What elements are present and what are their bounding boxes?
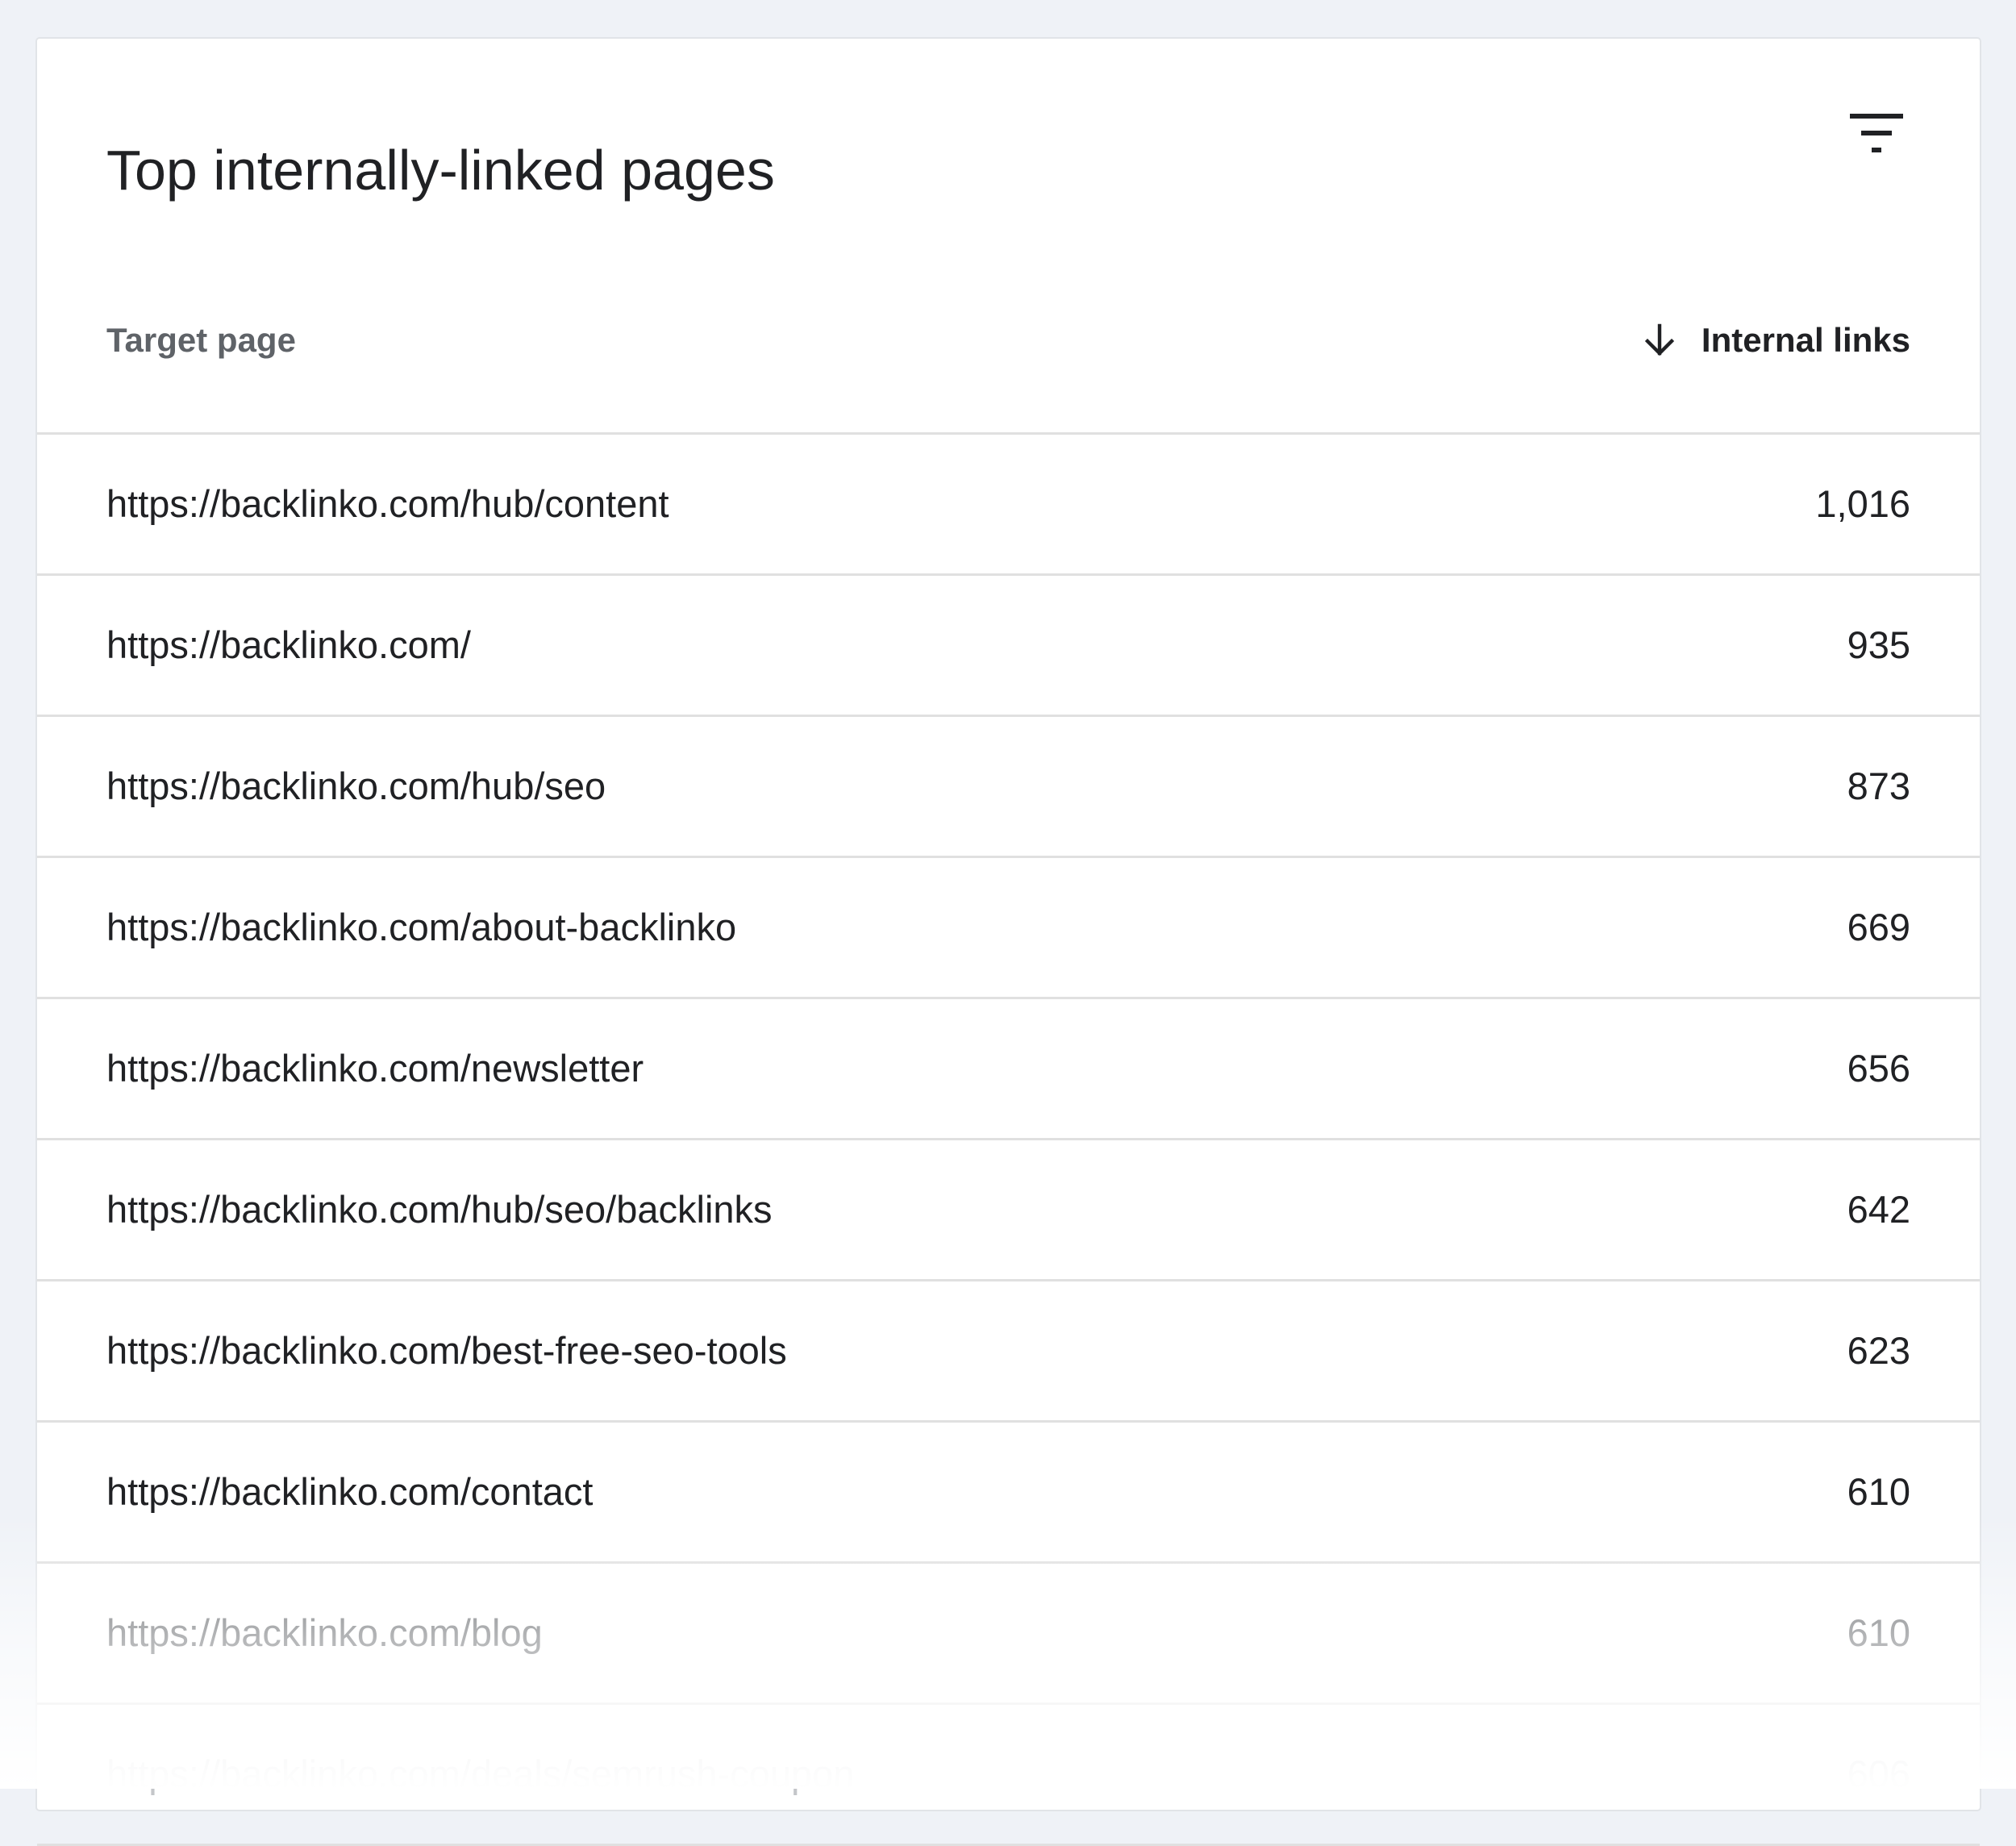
table-header: Target page Internal links: [37, 295, 1980, 435]
internal-links-count: 610: [1847, 1611, 1910, 1654]
internal-links-count: 610: [1847, 1470, 1910, 1513]
target-page-url: https://backlinko.com/hub/seo/backlinks: [106, 1188, 773, 1231]
target-page-url: https://backlinko.com/about-backlinko: [106, 906, 737, 948]
internal-links-count: 1,016: [1815, 482, 1910, 525]
arrow-downward-icon: [1644, 323, 1675, 356]
table-row[interactable]: https://backlinko.com/contact 610: [37, 1423, 1980, 1564]
table-row[interactable]: https://backlinko.com/ 935: [37, 576, 1980, 717]
target-page-url: https://backlinko.com/best-free-seo-tool…: [106, 1329, 787, 1372]
internal-links-count: 873: [1847, 765, 1910, 807]
table-row[interactable]: https://backlinko.com/hub/seo 873: [37, 717, 1980, 858]
table-row[interactable]: https://backlinko.com/newsletter 656: [37, 999, 1980, 1140]
target-page-url: https://backlinko.com/hub/seo: [106, 765, 606, 807]
internal-links-count: 669: [1847, 906, 1910, 948]
filter-list-icon: [1850, 114, 1903, 152]
internal-links-count: 642: [1847, 1188, 1910, 1231]
internal-links-count: 935: [1847, 623, 1910, 666]
filter-button[interactable]: [1844, 102, 1909, 166]
target-page-url: https://backlinko.com/deals/semrush-coup…: [106, 1752, 855, 1795]
internal-links-card: Top internally-linked pages Target page …: [35, 37, 1981, 1846]
target-page-url: https://backlinko.com/: [106, 623, 471, 666]
target-page-url: https://backlinko.com/hub/content: [106, 482, 669, 525]
card-title: Top internally-linked pages: [106, 139, 775, 202]
internal-links-count: 656: [1847, 1047, 1910, 1090]
internal-links-count: 623: [1847, 1329, 1910, 1372]
internal-links-label: Internal links: [1701, 321, 1910, 359]
table-row[interactable]: https://backlinko.com/about-backlinko 66…: [37, 858, 1980, 999]
column-header-internal-links[interactable]: Internal links: [1640, 316, 1910, 365]
column-header-target-page: Target page: [106, 321, 296, 359]
table-row[interactable]: https://backlinko.com/deals/semrush-coup…: [37, 1705, 1980, 1846]
table-row[interactable]: https://backlinko.com/hub/content 1,016: [37, 435, 1980, 576]
table-row[interactable]: https://backlinko.com/hub/seo/backlinks …: [37, 1140, 1980, 1281]
table-row[interactable]: https://backlinko.com/blog 610: [37, 1564, 1980, 1705]
target-page-url: https://backlinko.com/blog: [106, 1611, 543, 1654]
target-page-url: https://backlinko.com/contact: [106, 1470, 594, 1513]
target-page-url: https://backlinko.com/newsletter: [106, 1047, 644, 1090]
table-row[interactable]: https://backlinko.com/best-free-seo-tool…: [37, 1281, 1980, 1423]
internal-links-count: 606: [1847, 1752, 1910, 1795]
table-body: https://backlinko.com/hub/content 1,016 …: [37, 435, 1980, 1846]
